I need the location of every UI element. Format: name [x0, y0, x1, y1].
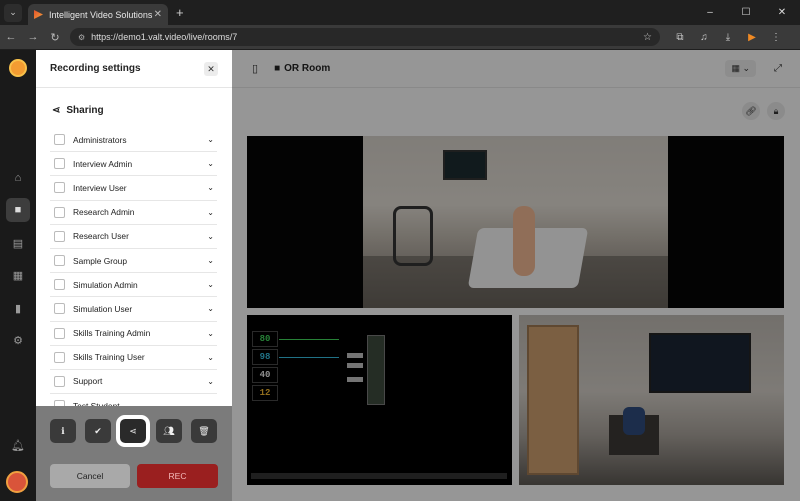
group-label: Interview Admin	[73, 158, 133, 169]
address-bar-row: ← → ↻ ⚙ https://demo1.valt.video/live/ro…	[0, 25, 800, 49]
group-checkbox[interactable]	[54, 279, 65, 291]
chevron-down-icon[interactable]: ⌄	[207, 159, 214, 168]
chevron-down-icon[interactable]: ⌄	[207, 280, 214, 289]
drawer-footer: Cancel REC	[36, 456, 232, 501]
sharing-group-row[interactable]: Research Admin ⌄	[50, 201, 217, 225]
url-field[interactable]: ⚙ https://demo1.valt.video/live/rooms/7 …	[70, 28, 660, 46]
extensions-toolbar: ⧉ ♫ ⤓ ▶ ⋮	[668, 32, 788, 43]
tab-title: Intelligent Video Solutions	[49, 9, 153, 20]
rec-button[interactable]: REC	[137, 464, 218, 488]
chevron-down-icon[interactable]: ⌄	[207, 135, 214, 144]
tab-search-button[interactable]: ⌄	[4, 3, 22, 22]
left-nav-rail: ⌂ ■ ▤ ▦ ▮ ⚙ 🔔︎	[0, 50, 36, 501]
reports-chart-icon[interactable]: ▮	[6, 296, 30, 320]
delete-trash-button[interactable]: 🗑︎	[191, 419, 217, 443]
sharing-group-row[interactable]: Skills Training Admin ⌄	[50, 322, 217, 346]
schedule-icon[interactable]: ▦	[6, 263, 30, 287]
sharing-group-row[interactable]: Interview Admin ⌄	[50, 152, 217, 177]
url-text: https://demo1.valt.video/live/rooms/7	[91, 32, 238, 42]
cancel-button[interactable]: Cancel	[50, 464, 130, 488]
browser-tab-strip: ⌄ Intelligent Video Solutions ✕ + – ☐ ✕	[0, 0, 800, 25]
sharing-button[interactable]: ⋖	[116, 415, 150, 447]
maximize-button[interactable]: ☐	[728, 0, 764, 25]
site-info-icon[interactable]: ⚙	[78, 33, 85, 42]
app-root: ⌂ ■ ▤ ▦ ▮ ⚙ 🔔︎ ▯ ■ OR Room ▦ ⌄ ⤢ 🔗︎ 🔒︎ 8…	[0, 50, 800, 501]
sharing-section-header: ⋖ Sharing	[52, 105, 104, 116]
approve-check-button[interactable]: ✔	[85, 419, 111, 443]
settings-gear-icon[interactable]: ⚙	[6, 328, 30, 352]
group-label: Skills Training Admin	[73, 328, 151, 339]
home-icon[interactable]: ⌂	[6, 166, 30, 190]
panel-title: Recording settings	[50, 63, 141, 74]
sharing-group-row[interactable]: Support ⌄	[50, 370, 217, 395]
group-checkbox[interactable]	[54, 206, 65, 218]
group-label: Research User	[73, 231, 129, 242]
recordings-icon[interactable]: ▤	[6, 231, 30, 255]
recording-settings-drawer: Recording settings ✕ ⋖ Sharing Administr…	[36, 50, 232, 501]
browser-tab[interactable]: Intelligent Video Solutions ✕	[28, 4, 168, 25]
group-label: Simulation User	[73, 303, 133, 314]
group-checkbox[interactable]	[54, 303, 65, 315]
share-icon: ⋖	[52, 105, 61, 116]
bookmark-star-icon[interactable]: ☆	[643, 32, 652, 43]
group-label: Simulation Admin	[73, 279, 138, 290]
close-icon[interactable]: ✕	[204, 62, 218, 76]
group-label: Research Admin	[73, 207, 135, 218]
group-label: Skills Training User	[73, 352, 145, 363]
chevron-down-icon[interactable]: ⌄	[207, 183, 214, 192]
sharing-group-row[interactable]: Simulation Admin ⌄	[50, 273, 217, 298]
media-control-icon[interactable]: ♫	[692, 32, 716, 43]
chevron-down-icon[interactable]: ⌄	[207, 208, 214, 217]
sharing-group-row[interactable]: Skills Training User ⌄	[50, 346, 217, 370]
group-label: Interview User	[73, 182, 127, 193]
valt-logo-icon[interactable]	[9, 59, 27, 77]
user-avatar[interactable]	[6, 471, 28, 493]
info-button[interactable]: ℹ	[50, 419, 76, 443]
group-checkbox[interactable]	[54, 327, 65, 339]
chevron-down-icon[interactable]: ⌄	[207, 329, 214, 338]
group-label: Administrators	[73, 134, 127, 145]
browser-menu-icon[interactable]: ⋮	[764, 32, 788, 43]
sharing-group-list: Administrators ⌄ Interview Admin ⌄ Interview…	[50, 128, 217, 406]
notifications-bell-icon[interactable]: 🔔︎	[6, 433, 30, 457]
window-controls: – ☐ ✕	[692, 0, 800, 25]
group-checkbox[interactable]	[54, 230, 65, 242]
group-checkbox[interactable]	[54, 351, 65, 363]
sharing-label: Sharing	[66, 105, 104, 116]
video-camera-icon[interactable]: ■	[6, 198, 30, 222]
tab-close-icon[interactable]: ✕	[154, 9, 162, 20]
sharing-group-row[interactable]: Administrators ⌄	[50, 128, 217, 153]
group-label: Support	[73, 376, 103, 387]
chevron-down-icon[interactable]: ⌄	[207, 256, 214, 265]
group-checkbox[interactable]	[54, 375, 65, 387]
back-arrow-icon[interactable]: ←	[0, 31, 22, 43]
chevron-down-icon[interactable]: ⌄	[207, 232, 214, 241]
valt-favicon-icon	[34, 10, 43, 19]
sharing-group-row[interactable]: Research User ⌄	[50, 225, 217, 249]
chevron-down-icon[interactable]: ⌄	[207, 353, 214, 362]
sharing-group-row[interactable]: Simulation User ⌄	[50, 297, 217, 322]
new-tab-button[interactable]: +	[176, 5, 184, 20]
recording-actions-bar: ℹ ✔ ⋖ 👥︎ 🗑︎	[36, 406, 232, 456]
group-checkbox[interactable]	[54, 134, 65, 146]
group-label: Sample Group	[73, 255, 127, 266]
participants-button[interactable]: 👥︎	[156, 419, 182, 443]
extensions-icon[interactable]: ⧉	[668, 32, 692, 43]
chevron-down-icon[interactable]: ⌄	[207, 377, 214, 386]
forward-arrow-icon[interactable]: →	[22, 31, 44, 43]
group-checkbox[interactable]	[54, 158, 65, 170]
panel-header: Recording settings ✕	[36, 50, 232, 88]
reload-icon[interactable]: ↻	[44, 31, 66, 44]
close-window-button[interactable]: ✕	[764, 0, 800, 25]
group-checkbox[interactable]	[54, 182, 65, 194]
sharing-group-row[interactable]: Sample Group ⌄	[50, 249, 217, 274]
download-icon[interactable]: ⤓	[716, 32, 740, 43]
group-checkbox[interactable]	[54, 255, 65, 267]
recording-settings-panel: Recording settings ✕ ⋖ Sharing Administr…	[36, 50, 232, 406]
brave-rewards-icon[interactable]: ▶	[740, 32, 764, 43]
sharing-group-row[interactable]: Interview User ⌄	[50, 176, 217, 201]
minimize-button[interactable]: –	[692, 0, 728, 25]
chevron-down-icon[interactable]: ⌄	[207, 304, 214, 313]
sharing-group-row[interactable]: Test Student ⌄	[50, 394, 217, 406]
